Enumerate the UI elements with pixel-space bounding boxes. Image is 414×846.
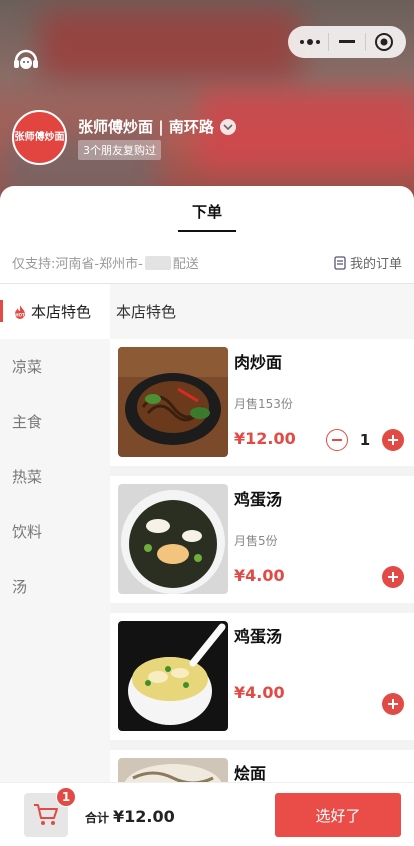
menu-item: 烩面: [110, 750, 414, 784]
category-label: 本店特色: [31, 303, 92, 321]
monthly-sales: 月售5份: [234, 534, 278, 548]
dish-name: 鸡蛋汤: [234, 627, 283, 646]
plus-icon: [388, 435, 398, 445]
cart-bar: 1 合计 ¥12.00 选好了: [0, 782, 414, 846]
my-orders-label: 我的订单: [349, 257, 402, 272]
masked-district: [144, 255, 171, 270]
dish-name: 鸡蛋汤: [234, 490, 283, 509]
add-button[interactable]: [382, 693, 404, 715]
category-label: 凉菜: [12, 358, 43, 376]
delivery-notice: 仅支持:河南省-郑州市- 配送 我的订单: [0, 242, 414, 284]
close-miniprogram-icon[interactable]: [369, 30, 399, 54]
menu-list: 本店特色 肉炒面 月售153份 ¥12.00 1 鸡蛋汤 月售5份 ¥4.00 …: [110, 284, 414, 784]
menu-item: 鸡蛋汤 月售5份 ¥4.00: [110, 476, 414, 603]
category-label: 汤: [12, 578, 28, 596]
category-item-specialty[interactable]: HOT 本店特色: [0, 284, 110, 339]
orders-icon: [334, 255, 346, 270]
dish-image-egg-soup[interactable]: [118, 484, 228, 594]
minimize-icon[interactable]: [332, 30, 362, 54]
dish-image-egg-soup-bowl[interactable]: [118, 621, 228, 731]
dish-name: 烩面: [234, 764, 267, 783]
checkout-button[interactable]: 选好了: [275, 793, 401, 837]
add-button[interactable]: [382, 566, 404, 588]
monthly-sales: 月售153份: [234, 397, 293, 411]
shop-name[interactable]: 张师傅炒面 | 南环路: [78, 116, 236, 137]
delivery-area-text: 仅支持:河南省-郑州市- 配送: [12, 253, 199, 272]
category-sidebar: HOT 本店特色 凉菜 主食 热菜 饮料 汤: [0, 284, 110, 784]
quantity-value: 1: [359, 431, 371, 449]
menu-item: 肉炒面 月售153份 ¥12.00 1: [110, 339, 414, 466]
shop-name-text: 张师傅炒面 | 南环路: [78, 118, 214, 136]
order-sheet: 下单 仅支持:河南省-郑州市- 配送 我的订单 HOT 本店特色 凉菜 主食 热…: [0, 186, 414, 846]
customer-service-icon[interactable]: [10, 44, 42, 76]
category-label: 主食: [12, 413, 43, 431]
quantity-stepper: 1: [326, 429, 404, 451]
increase-button[interactable]: [382, 429, 404, 451]
delivery-area-suffix: 配送: [172, 257, 199, 272]
total-value: ¥12.00: [113, 807, 175, 826]
decrease-button[interactable]: [326, 429, 348, 451]
hot-flame-icon: HOT: [15, 304, 25, 319]
dish-price: ¥4.00: [234, 683, 285, 702]
dish-image-braised-noodles[interactable]: [118, 758, 228, 784]
category-item-drinks[interactable]: 饮料: [0, 504, 110, 559]
shop-logo: 张师傅炒面: [12, 110, 67, 165]
plus-icon: [388, 572, 398, 582]
section-title: 本店特色: [110, 284, 414, 339]
tab-bar: 下单: [0, 186, 414, 232]
dish-price: ¥4.00: [234, 566, 285, 585]
category-item-soup[interactable]: 汤: [0, 559, 110, 614]
my-orders-link[interactable]: 我的订单: [333, 253, 402, 272]
shop-logo-text: 张师傅炒面: [14, 132, 65, 143]
quantity-stepper: [382, 693, 404, 715]
total-label: 合计: [85, 811, 110, 825]
chevron-down-icon[interactable]: [219, 118, 236, 135]
category-item-hot-dishes[interactable]: 热菜: [0, 449, 110, 504]
miniprogram-capsule: [288, 26, 406, 58]
svg-text:HOT: HOT: [15, 312, 25, 317]
category-label: 饮料: [12, 523, 43, 541]
dish-price: ¥12.00: [234, 429, 296, 448]
category-label: 热菜: [12, 468, 43, 486]
menu-item: 鸡蛋汤 ¥4.00: [110, 613, 414, 740]
more-icon[interactable]: [295, 30, 325, 54]
minus-icon: [332, 439, 342, 441]
plus-icon: [388, 699, 398, 709]
category-item-cold-dishes[interactable]: 凉菜: [0, 339, 110, 394]
category-item-staple[interactable]: 主食: [0, 394, 110, 449]
tab-order[interactable]: 下单: [178, 201, 236, 232]
dish-name: 肉炒面: [234, 353, 283, 372]
cart-count-badge: 1: [56, 787, 76, 807]
cart-total: 合计 ¥12.00: [85, 807, 175, 826]
shopping-cart-icon: [34, 804, 58, 825]
dish-image-fried-noodles[interactable]: [118, 347, 228, 457]
quantity-stepper: [382, 566, 404, 588]
delivery-area-prefix: 仅支持:河南省-郑州市-: [12, 257, 143, 272]
cart-button[interactable]: 1: [24, 787, 76, 837]
friends-repurchase-badge: 3个朋友复购过: [78, 140, 161, 160]
